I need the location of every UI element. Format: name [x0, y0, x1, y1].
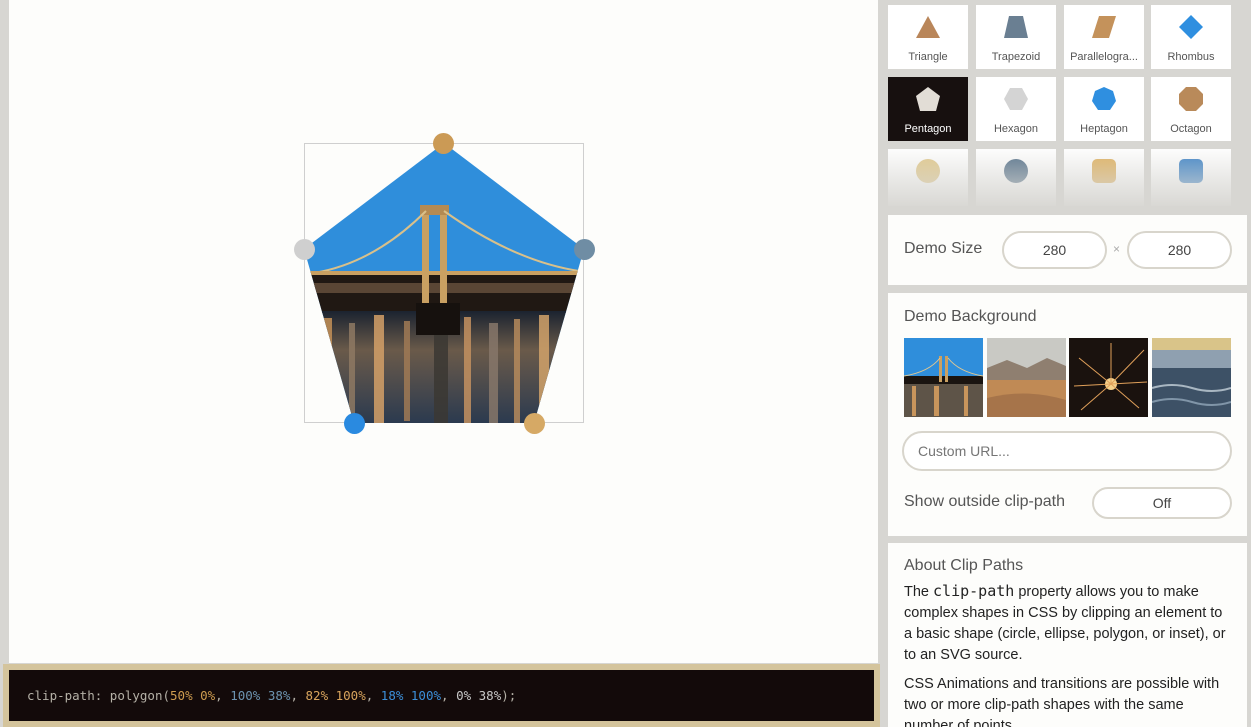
hexagon-icon [1004, 88, 1028, 110]
polygon-point-handle[interactable] [433, 133, 454, 154]
background-thumb-desert[interactable] [987, 338, 1066, 417]
background-thumb-sparkler[interactable] [1069, 338, 1148, 417]
code-point: 100% 38% [230, 688, 291, 703]
shape-tile-hexagon[interactable]: Hexagon [976, 77, 1056, 141]
demo-width-input[interactable] [1002, 231, 1107, 269]
shape-tile-rhombus[interactable]: Rhombus [1151, 5, 1231, 69]
demo-height-input[interactable] [1127, 231, 1232, 269]
shape-tile-parallelogram[interactable]: Parallelogra... [1064, 5, 1144, 69]
custom-url-input[interactable] [902, 431, 1232, 471]
demo-size-label: Demo Size [904, 240, 983, 257]
polygon-point-handle[interactable] [294, 239, 315, 260]
shape-label: Octagon [1170, 123, 1212, 135]
background-thumb-bridge[interactable] [904, 338, 983, 417]
demo-background-label: Demo Background [904, 308, 1037, 325]
code-points: 50% 0%, 100% 38%, 82% 100%, 18% 100%, 0%… [170, 688, 502, 703]
show-outside-label: Show outside clip-path [904, 493, 1065, 510]
rounded-square-icon [1092, 159, 1116, 183]
shape-tile-trapezoid[interactable]: Trapezoid [976, 5, 1056, 69]
shape-tile-octagon[interactable]: Octagon [1151, 77, 1231, 141]
circle-shape-icon [916, 159, 940, 183]
clip-path-code: clip-path: polygon(50% 0%, 100% 38%, 82%… [9, 670, 874, 721]
background-thumb-beach[interactable] [1152, 338, 1231, 417]
about-code: clip-path [933, 582, 1015, 600]
code-function: polygon [109, 688, 163, 703]
circle-shape-icon [1004, 159, 1028, 183]
demo-size-card: Demo Size × [888, 215, 1247, 285]
show-outside-toggle[interactable]: Off [1092, 487, 1232, 519]
about-title: About Clip Paths [904, 557, 1024, 574]
shape-tile-more[interactable] [1151, 149, 1231, 206]
code-property: clip-path [27, 688, 95, 703]
shape-label: Heptagon [1080, 123, 1128, 135]
shape-label: Pentagon [904, 123, 952, 135]
polygon-point-handle[interactable] [344, 413, 365, 434]
code-point: 0% 38% [456, 688, 502, 703]
code-point: 50% 0% [170, 688, 216, 703]
about-paragraph: The clip-path property allows you to mak… [904, 581, 1231, 666]
code-point: 82% 100% [305, 688, 366, 703]
polygon-point-handle[interactable] [574, 239, 595, 260]
polygon-point-handle[interactable] [524, 413, 545, 434]
code-point: 18% 100% [380, 688, 442, 703]
shape-tile-more[interactable] [1064, 149, 1144, 206]
shape-tile-pentagon[interactable]: Pentagon [888, 77, 968, 141]
heptagon-icon [1092, 87, 1116, 110]
size-separator: × [1113, 242, 1121, 256]
code-output-bar: clip-path: polygon(50% 0%, 100% 38%, 82%… [3, 664, 880, 727]
shape-picker: Triangle Trapezoid Parallelogra... Rhomb… [888, 0, 1244, 206]
shape-label: Hexagon [993, 123, 1039, 135]
trapezoid-icon [1004, 16, 1028, 38]
about-card: About Clip Paths The clip-path property … [888, 543, 1247, 727]
about-text: The [904, 584, 934, 600]
shape-tile-heptagon[interactable]: Heptagon [1064, 77, 1144, 141]
triangle-icon [916, 16, 940, 38]
pentagon-icon [916, 87, 940, 111]
rhombus-icon [1179, 15, 1203, 39]
shape-tile-more[interactable] [976, 149, 1056, 206]
shape-label: Rhombus [1167, 51, 1215, 63]
rounded-square-icon [1179, 159, 1203, 183]
shape-label: Trapezoid [991, 51, 1041, 63]
demo-stage: clip-path: polygon(50% 0%, 100% 38%, 82%… [0, 0, 880, 727]
settings-sidebar: Triangle Trapezoid Parallelogra... Rhomb… [880, 0, 1251, 727]
shape-tile-triangle[interactable]: Triangle [888, 5, 968, 69]
shape-tile-more[interactable] [888, 149, 968, 206]
about-paragraph-2: CSS Animations and transitions are possi… [904, 676, 1220, 727]
octagon-icon [1179, 87, 1203, 111]
shape-label: Triangle [908, 51, 948, 63]
parallelogram-icon [1092, 16, 1116, 38]
clipped-demo-image [304, 143, 584, 423]
shape-label: Parallelogra... [1070, 51, 1138, 63]
